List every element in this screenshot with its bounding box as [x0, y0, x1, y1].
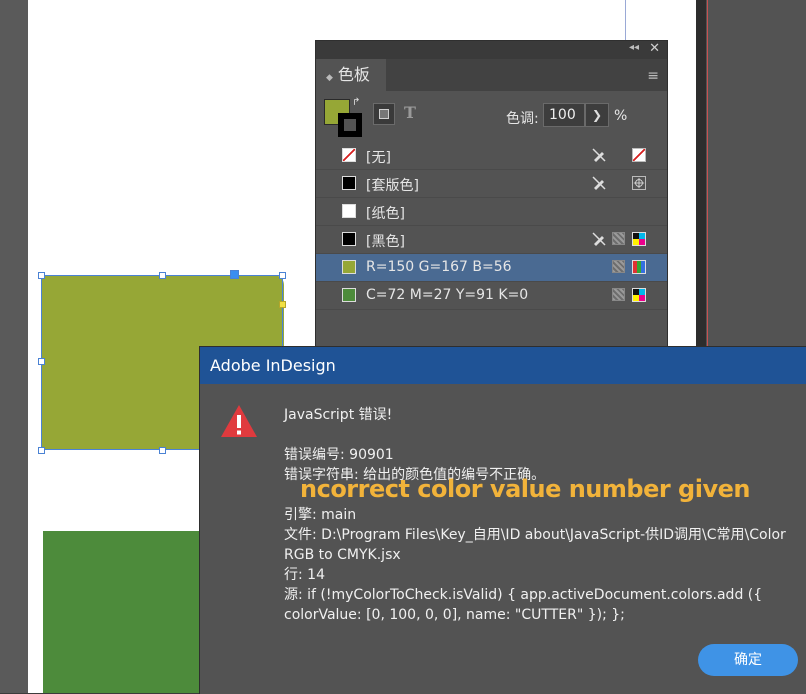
error-engine: 引擎: main [284, 507, 357, 523]
swatch-name: [套版色] [366, 178, 419, 194]
no-edit-icon [592, 176, 606, 190]
swatch-row-paper[interactable]: [纸色] [316, 198, 667, 226]
swatch-row-cmyk[interactable]: C=72 M=27 Y=91 K=0 [316, 282, 667, 310]
swatch-row-none[interactable]: [无] [316, 142, 667, 170]
handle-top-left[interactable] [38, 272, 45, 279]
panel-title-bar[interactable]: ◂◂ ✕ [316, 41, 667, 59]
error-number: 错误编号: 90901 [284, 447, 394, 463]
swap-fill-stroke-icon[interactable]: ↱ [352, 97, 360, 108]
sort-arrows-icon: ◆ [326, 73, 333, 83]
none-swatch-chip [342, 148, 356, 162]
tint-input[interactable]: 100 [543, 103, 585, 127]
swatch-row-registration[interactable]: [套版色] [316, 170, 667, 198]
swatch-name: [黑色] [366, 234, 405, 250]
tint-stepper-button[interactable]: ❯ [585, 103, 609, 127]
cmyk-swatch-chip [342, 288, 356, 302]
rgb-swatch-chip [342, 260, 356, 274]
none-icon [632, 148, 646, 162]
formatting-container-icon[interactable] [373, 103, 395, 125]
warning-icon [221, 405, 257, 437]
black-swatch-chip [342, 232, 356, 246]
dialog-title: Adobe InDesign [200, 347, 806, 384]
paper-swatch-chip [342, 204, 356, 218]
process-color-icon [612, 288, 625, 301]
overlay-caption: ncorrect color value number given [300, 475, 750, 503]
swatch-row-black[interactable]: [黑色] [316, 226, 667, 254]
live-corner-handle[interactable] [279, 301, 286, 308]
ok-button[interactable]: 确定 [698, 644, 798, 676]
swatch-name: R=150 G=167 B=56 [366, 259, 512, 275]
swatches-panel: ◂◂ ✕ ◆ 色板 ≡ ↱ T 色调: 100 ❯ % [无] [套版色] [纸… [315, 40, 668, 360]
handle-top-right[interactable] [279, 272, 286, 279]
swatch-controls: ↱ T 色调: 100 ❯ % [316, 91, 667, 141]
message-heading: JavaScript 错误! [284, 407, 393, 423]
handle-bottom-left[interactable] [38, 447, 45, 454]
tint-unit: % [614, 108, 628, 124]
process-color-icon [612, 260, 625, 273]
swatch-name: [无] [366, 150, 391, 166]
process-color-icon [612, 232, 625, 245]
panel-menu-icon[interactable]: ≡ [647, 68, 659, 84]
cmyk-icon [632, 232, 646, 246]
close-icon[interactable]: ✕ [649, 41, 660, 56]
panel-tab-row: ◆ 色板 ≡ [316, 59, 667, 91]
swatch-name: C=72 M=27 Y=91 K=0 [366, 287, 529, 303]
registration-icon [632, 176, 646, 190]
handle-bottom-center[interactable] [159, 447, 166, 454]
error-source: 源: if (!myColorToCheck.isValid) { app.ac… [284, 587, 763, 623]
handle-middle-left[interactable] [38, 358, 45, 365]
tab-swatches[interactable]: ◆ 色板 [316, 59, 386, 91]
green-rectangle[interactable] [43, 531, 213, 693]
swatch-list: [无] [套版色] [纸色] [黑色] R=150 G=167 B=56 C=7… [316, 142, 667, 310]
no-edit-icon [592, 148, 606, 162]
swatch-row-rgb[interactable]: R=150 G=167 B=56 [316, 254, 667, 282]
tint-label: 色调: [506, 111, 539, 127]
error-file: 文件: D:\Program Files\Key_自用\ID about\Jav… [284, 527, 786, 563]
tab-label: 色板 [337, 65, 370, 84]
stroke-swatch[interactable] [338, 113, 362, 137]
error-line: 行: 14 [284, 567, 325, 583]
handle-top-center[interactable] [159, 272, 166, 279]
corner-option-handle[interactable] [230, 270, 239, 279]
formatting-text-icon[interactable]: T [404, 103, 416, 122]
error-message: JavaScript 错误! 错误编号: 90901 错误字符串: 给出的颜色值… [284, 405, 794, 625]
cmyk-icon [632, 288, 646, 302]
guide-line [625, 0, 626, 40]
swatch-name: [纸色] [366, 206, 405, 222]
error-dialog: Adobe InDesign JavaScript 错误! 错误编号: 9090… [199, 346, 806, 694]
no-edit-icon [592, 232, 606, 246]
registration-swatch-chip [342, 176, 356, 190]
collapse-icon[interactable]: ◂◂ [629, 42, 639, 53]
rgb-icon [632, 260, 646, 274]
